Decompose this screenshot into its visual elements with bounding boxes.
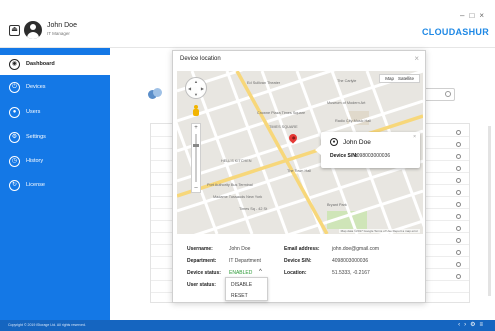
history-icon: ◷ [9, 156, 20, 167]
top-bar: ⏏ John Doe IT Manager –□× CLOUDASHUR [0, 0, 495, 48]
sidebar-item-label: Devices [26, 84, 46, 90]
license-icon: ↻ [9, 180, 20, 191]
row-action-icon[interactable] [456, 238, 461, 243]
department-value: IT Department [229, 258, 261, 264]
row-action-icon[interactable] [456, 178, 461, 183]
device-location-dialog: Device location × ▲ ◀ ▶ ▼ + – Map Satell… [172, 50, 426, 303]
user-icon: ● [330, 138, 338, 146]
map-label: The Town Hall [287, 169, 311, 173]
user-name: John Doe [47, 22, 77, 29]
row-action-icon[interactable] [456, 154, 461, 159]
location-label: Location: [284, 270, 307, 276]
sidebar-item-users[interactable]: ● Users [0, 103, 110, 123]
cloud-icon [148, 88, 162, 100]
map-label: Times Sq - 42 St [239, 207, 268, 211]
settings-icon: ⚙ [9, 132, 20, 143]
map-label: The Carlyle [337, 79, 357, 83]
row-action-icon[interactable] [456, 274, 461, 279]
row-action-icon[interactable] [456, 130, 461, 135]
map-label: HELL'S KITCHEN [221, 159, 252, 163]
map-label: Port Authority Bus Terminal [207, 183, 253, 187]
zoom-slider[interactable] [193, 144, 199, 147]
devices-icon: ⏻ [9, 82, 20, 93]
street-view-icon[interactable] [192, 105, 200, 117]
row-action-icon[interactable] [456, 190, 461, 195]
sidebar-item-label: Dashboard [26, 61, 55, 67]
dialog-title: Device location [180, 56, 221, 62]
menu-icon[interactable]: ≡ [479, 322, 487, 328]
maximize-icon[interactable]: □ [469, 11, 479, 20]
row-action-icon[interactable] [456, 262, 461, 267]
sidebar-item-label: History [26, 158, 44, 164]
device-sn-label: Device S/N: [284, 258, 312, 264]
copyright-text: Copyright © 2019 iStorage Ltd. All right… [8, 323, 86, 327]
row-action-icon[interactable] [456, 214, 461, 219]
dashboard-icon: ◉ [9, 59, 20, 70]
info-sn-value: 4098003000036 [354, 153, 391, 159]
row-action-icon[interactable] [456, 166, 461, 171]
sidebar-item-dashboard[interactable]: ◉ Dashboard [0, 55, 110, 75]
location-value: 51.5333, -0.2167 [332, 270, 370, 276]
avatar[interactable] [24, 21, 42, 39]
device-status-label: Device status: [187, 270, 221, 276]
logout-icon[interactable]: ⏏ [9, 25, 20, 36]
map-label: Crowne Plaza Times Square [257, 111, 306, 115]
device-sn-value: 4098003000036 [332, 258, 369, 264]
user-status-label: User status: [187, 282, 216, 288]
sidebar-item-devices[interactable]: ⏻ Devices [0, 78, 110, 98]
email-value: john.doe@gmail.com [332, 246, 380, 252]
brand-logo: CLOUDASHUR [422, 27, 489, 37]
scrollbar[interactable] [488, 126, 491, 296]
search-icon [445, 91, 451, 97]
row-action-icon[interactable] [456, 250, 461, 255]
map-view[interactable]: ▲ ◀ ▶ ▼ + – Map Satellite TIMES SQUARE Times… [177, 71, 423, 234]
users-icon: ● [9, 107, 20, 118]
map-label: Radio City Music Hall [335, 119, 372, 123]
map-credit: Map data ©2017 Google Terms of Use Repor… [338, 229, 420, 233]
username-value: John Doe [229, 246, 251, 252]
footer: Copyright © 2019 iStorage Ltd. All right… [0, 320, 495, 331]
map-info-window: ● John Doe × Device S/N: 4098003000036 [315, 132, 420, 168]
sidebar-item-settings[interactable]: ⚙ Settings [0, 128, 110, 148]
sidebar-item-label: Users [26, 109, 41, 115]
chevron-up-icon[interactable]: ^ [259, 269, 262, 275]
status-option-reset[interactable]: RESET [231, 293, 248, 299]
close-icon[interactable]: × [413, 134, 416, 140]
map-zoom-control[interactable]: + – [191, 123, 201, 193]
row-action-icon[interactable] [456, 226, 461, 231]
row-action-icon[interactable] [456, 202, 461, 207]
sidebar-item-label: License [26, 182, 45, 188]
sidebar-item-label: Settings [26, 134, 46, 140]
window-controls: –□× [460, 11, 489, 20]
zoom-out-button[interactable]: – [192, 184, 200, 192]
close-icon[interactable]: × [414, 54, 419, 63]
status-option-disable[interactable]: DISABLE [231, 282, 252, 288]
device-status-dropdown: DISABLE RESET [225, 277, 268, 301]
map-pan-control[interactable]: ▲ ◀ ▶ ▼ [185, 77, 207, 99]
user-role: IT Manager [47, 31, 70, 36]
map-type-satellite[interactable]: Satellite [396, 76, 416, 81]
username-label: Username: [187, 246, 213, 252]
sidebar: ◉ Dashboard ⏻ Devices ● Users ⚙ Settings… [0, 48, 110, 320]
map-label: TIMES SQUARE [269, 125, 298, 129]
map-type-toggle[interactable]: Map Satellite [379, 74, 420, 83]
zoom-in-button[interactable]: + [192, 124, 200, 132]
device-status-value: ENABLED [229, 270, 253, 276]
footer-icons: ‹›⚙≡ [458, 321, 487, 328]
map-label: Museum of Modern Art [327, 101, 366, 105]
map-label: Bryant Park [327, 203, 347, 207]
close-icon[interactable]: × [479, 11, 489, 20]
map-label: Madame Tussauds New York [213, 195, 263, 199]
email-label: Email address: [284, 246, 320, 252]
map-label: Ed Sullivan Theater [247, 81, 281, 85]
sidebar-item-license[interactable]: ↻ License [0, 176, 110, 196]
map-type-map[interactable]: Map [383, 76, 396, 81]
sidebar-item-history[interactable]: ◷ History [0, 152, 110, 172]
info-user-name: John Doe [343, 139, 371, 146]
device-details: Username: John Doe Department: IT Depart… [177, 239, 423, 301]
department-label: Department: [187, 258, 217, 264]
row-action-icon[interactable] [456, 142, 461, 147]
